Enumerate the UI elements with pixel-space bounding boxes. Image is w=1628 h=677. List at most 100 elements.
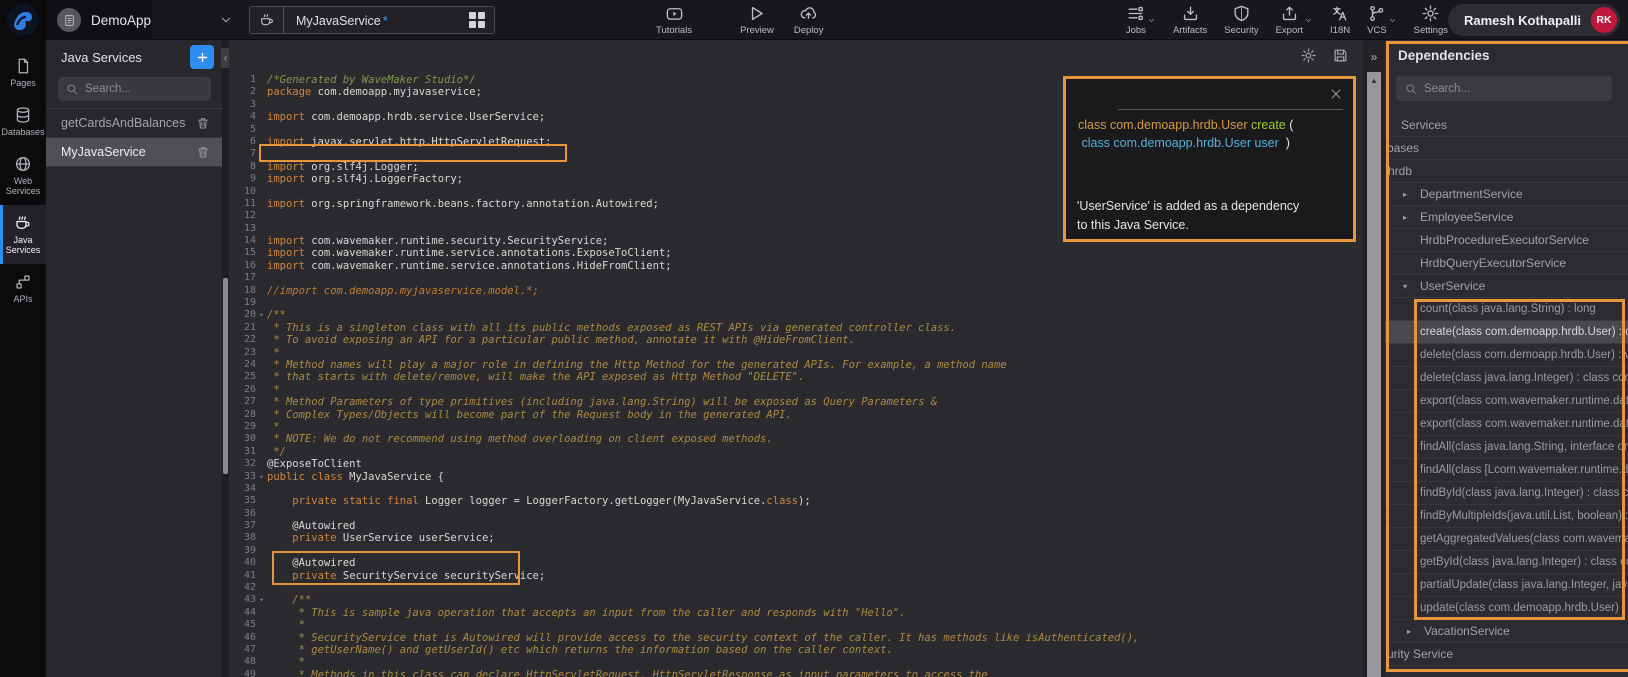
- code-line[interactable]: 47 * getUserName() and getUserId() etc w…: [229, 644, 1363, 656]
- code-line[interactable]: 35 private static final Logger logger = …: [229, 495, 1363, 507]
- topbar-action-i18n[interactable]: I18N: [1330, 4, 1350, 36]
- code-line[interactable]: 23 *: [229, 347, 1363, 359]
- dependency-method-row[interactable]: findAll(class [Lcom.wavemaker.runtime.da…: [1385, 459, 1628, 482]
- dependency-method-row[interactable]: count(class java.lang.String) : long: [1385, 298, 1628, 321]
- code-line[interactable]: 29 *: [229, 421, 1363, 433]
- code-line[interactable]: 36: [229, 508, 1363, 520]
- code-line[interactable]: 22 * To avoid exposing an API for a part…: [229, 334, 1363, 346]
- topbar-action-settings[interactable]: Settings: [1414, 4, 1448, 36]
- dependency-tree-row[interactable]: hrdb: [1385, 160, 1628, 183]
- fold-marker-icon[interactable]: ▾: [256, 594, 267, 606]
- editor-left-scrollbar[interactable]: [222, 40, 229, 677]
- dependency-method-row[interactable]: export(class com.wavemaker.runtime.data: [1385, 390, 1628, 413]
- dependency-method-row[interactable]: create(class com.demoapp.hrdb.User) : cl…: [1385, 321, 1628, 344]
- sidebar-item-pages[interactable]: Pages: [0, 48, 46, 97]
- code-line[interactable]: 34: [229, 483, 1363, 495]
- code-line[interactable]: 46 * SecurityService that is Autowired w…: [229, 632, 1363, 644]
- scroll-up-icon[interactable]: ▲: [1367, 74, 1381, 86]
- code-line[interactable]: 39: [229, 545, 1363, 557]
- close-icon[interactable]: [1329, 87, 1343, 101]
- dependency-method-row[interactable]: delete(class com.demoapp.hrdb.User) : vo…: [1385, 344, 1628, 367]
- dependency-method-row[interactable]: update(class com.demoapp.hrdb.User) : cl: [1385, 597, 1628, 620]
- code-line[interactable]: 33▾public class MyJavaService {: [229, 471, 1363, 483]
- expand-right-panel-button[interactable]: »: [1365, 48, 1383, 66]
- project-switcher[interactable]: DemoApp: [57, 0, 233, 40]
- add-java-service-button[interactable]: [190, 45, 214, 69]
- code-line[interactable]: 15import com.wavemaker.runtime.service.a…: [229, 247, 1363, 259]
- user-menu[interactable]: Ramesh Kothapalli RK: [1448, 4, 1620, 36]
- trash-icon[interactable]: [196, 116, 210, 130]
- topbar-action-jobs[interactable]: Jobs: [1126, 4, 1146, 36]
- tri-right-icon[interactable]: ▸: [1403, 190, 1407, 199]
- code-line[interactable]: 41 private SecurityService securityServi…: [229, 570, 1363, 582]
- dependency-tree-row[interactable]: ▸VacationService: [1385, 620, 1628, 643]
- topbar-action-tutorials[interactable]: Tutorials: [656, 4, 692, 36]
- dependency-tree-row[interactable]: ▾UserService: [1385, 275, 1628, 298]
- save-icon[interactable]: [1332, 47, 1349, 64]
- dependency-tree-row[interactable]: HrdbProcedureExecutorService: [1385, 229, 1628, 252]
- code-line[interactable]: 17: [229, 272, 1363, 284]
- dependency-method-row[interactable]: delete(class java.lang.Integer) : class …: [1385, 367, 1628, 390]
- dependency-tree-row[interactable]: urity Service: [1385, 643, 1628, 666]
- tri-right-icon[interactable]: ▸: [1407, 627, 1411, 636]
- chevron-down-icon[interactable]: [1147, 16, 1156, 25]
- code-line[interactable]: 48 *: [229, 656, 1363, 668]
- code-line[interactable]: 30 * NOTE: We do not recommend using met…: [229, 433, 1363, 445]
- code-line[interactable]: 44 * This is sample java operation that …: [229, 607, 1363, 619]
- code-line[interactable]: 31 */: [229, 446, 1363, 458]
- grid-icon[interactable]: [460, 7, 494, 33]
- dependency-tree-row[interactable]: ▸EmployeeService: [1385, 206, 1628, 229]
- service-list-item[interactable]: MyJavaService: [46, 138, 222, 167]
- code-line[interactable]: 25 * that starts with delete/remove, wil…: [229, 371, 1363, 383]
- code-line[interactable]: 21 * This is a singleton class with all …: [229, 322, 1363, 334]
- tri-right-icon[interactable]: ▸: [1403, 213, 1407, 222]
- code-line[interactable]: 19: [229, 297, 1363, 309]
- dependencies-search-input[interactable]: Search...: [1396, 76, 1612, 101]
- sidebar-item-apis[interactable]: APIs: [0, 264, 46, 313]
- service-search-input[interactable]: Search...: [58, 77, 211, 101]
- dependency-tree-row[interactable]: Services: [1385, 114, 1628, 137]
- dependency-tree-row[interactable]: bases: [1385, 137, 1628, 160]
- code-line[interactable]: 28 * Complex Types/Objects will become p…: [229, 409, 1363, 421]
- dependency-tree-row[interactable]: ▸DepartmentService: [1385, 183, 1628, 206]
- dependency-method-row[interactable]: partialUpdate(class java.lang.Integer, j…: [1385, 574, 1628, 597]
- service-list-item[interactable]: getCardsAndBalances: [46, 109, 222, 138]
- topbar-action-security[interactable]: Security: [1224, 4, 1258, 36]
- code-line[interactable]: 43▾ /**: [229, 594, 1363, 606]
- fold-marker-icon[interactable]: ▾: [256, 471, 267, 483]
- dependency-method-row[interactable]: getAggregatedValues(class com.wavemak: [1385, 528, 1628, 551]
- tri-down-icon[interactable]: ▾: [1403, 282, 1407, 291]
- topbar-action-artifacts[interactable]: Artifacts: [1173, 4, 1207, 36]
- code-line[interactable]: 37 @Autowired: [229, 520, 1363, 532]
- sidebar-item-java-services[interactable]: JavaServices: [0, 205, 46, 264]
- code-line[interactable]: 16import com.wavemaker.runtime.service.a…: [229, 260, 1363, 272]
- scrollbar-thumb[interactable]: [223, 278, 228, 474]
- editor-settings-gear-icon[interactable]: [1300, 47, 1317, 64]
- topbar-action-deploy[interactable]: Deploy: [794, 4, 824, 36]
- topbar-action-export[interactable]: Export: [1276, 4, 1303, 36]
- open-file-tab[interactable]: MyJavaService*: [249, 6, 495, 34]
- code-line[interactable]: 24 * Method names will play a major role…: [229, 359, 1363, 371]
- code-line[interactable]: 32@ExposeToClient: [229, 458, 1363, 470]
- dependency-method-row[interactable]: findById(class java.lang.Integer) : clas…: [1385, 482, 1628, 505]
- sidebar-item-web-services[interactable]: WebServices: [0, 146, 46, 205]
- wavemaker-logo-icon[interactable]: [7, 4, 39, 36]
- chevron-down-icon[interactable]: [1304, 16, 1313, 25]
- code-line[interactable]: 45 *: [229, 619, 1363, 631]
- code-line[interactable]: 26 *: [229, 384, 1363, 396]
- code-line[interactable]: 42: [229, 582, 1363, 594]
- code-line[interactable]: 27 * Method Parameters of type primitive…: [229, 396, 1363, 408]
- fold-marker-icon[interactable]: ▾: [256, 309, 267, 321]
- code-line[interactable]: 49 * Methods in this class can declare H…: [229, 669, 1363, 677]
- topbar-action-vcs[interactable]: VCS: [1367, 4, 1387, 36]
- trash-icon[interactable]: [196, 145, 210, 159]
- code-line[interactable]: 18//import com.demoapp.myjavaservice.mod…: [229, 285, 1363, 297]
- editor-right-scrollbar[interactable]: [1367, 72, 1381, 677]
- dependency-method-row[interactable]: getById(class java.lang.Integer) : class…: [1385, 551, 1628, 574]
- dependency-method-row[interactable]: findAll(class java.lang.String, interfac…: [1385, 436, 1628, 459]
- topbar-action-preview[interactable]: Preview: [740, 4, 774, 36]
- chevron-down-icon[interactable]: [219, 13, 233, 27]
- dependency-method-row[interactable]: export(class com.wavemaker.runtime.data: [1385, 413, 1628, 436]
- code-line[interactable]: 20▾/**: [229, 309, 1363, 321]
- sidebar-item-databases[interactable]: Databases: [0, 97, 46, 146]
